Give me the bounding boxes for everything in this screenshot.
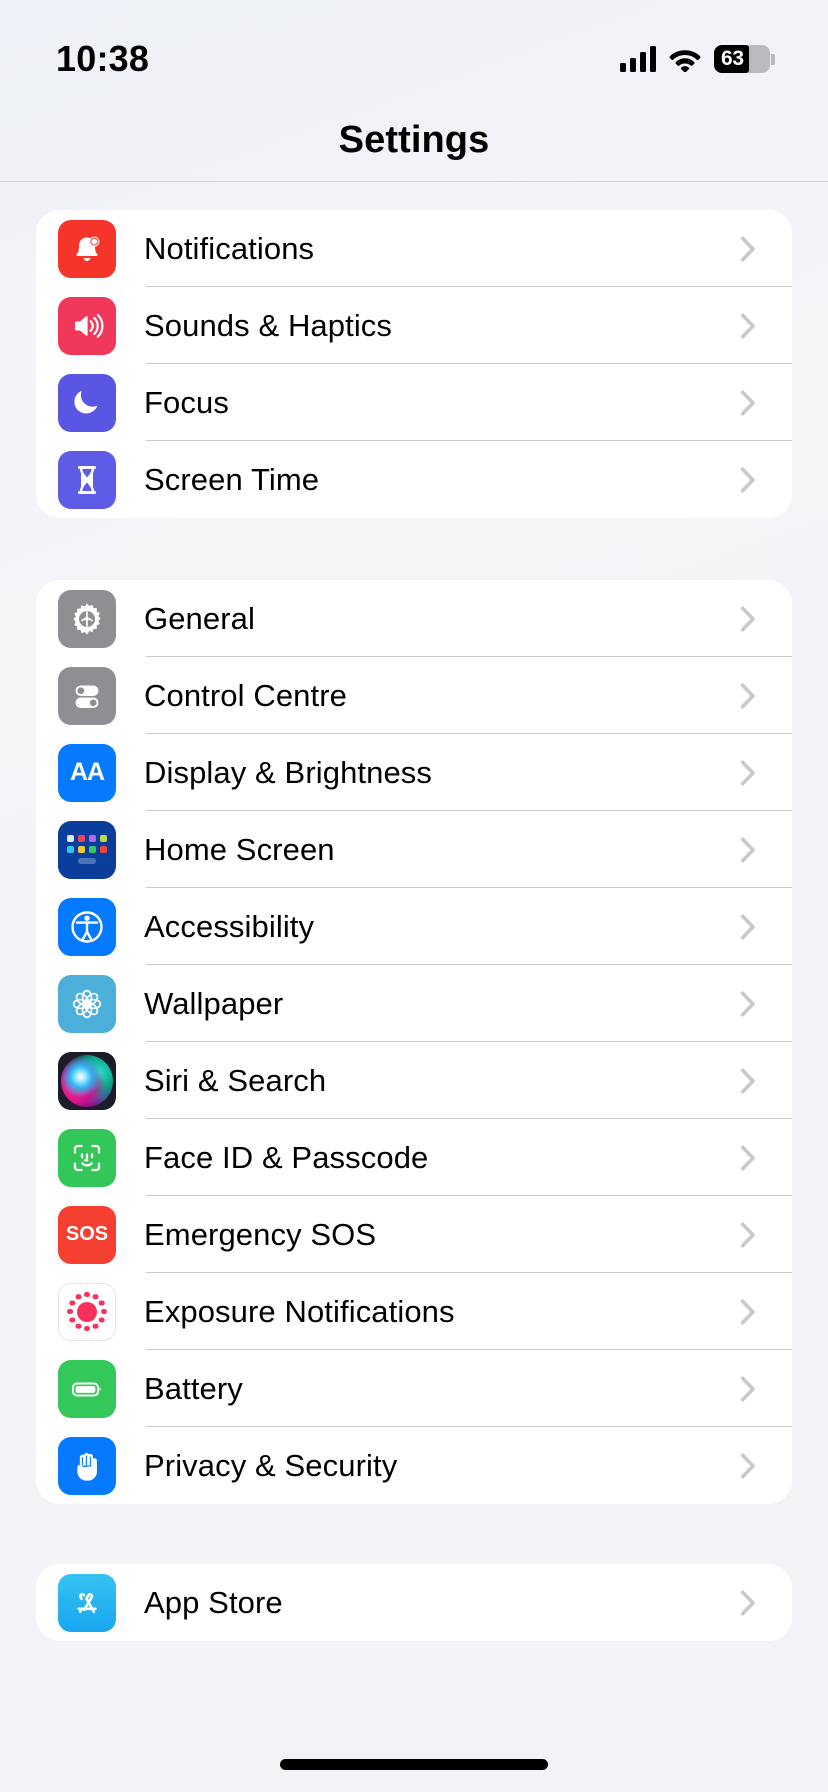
flower-icon <box>58 974 116 1033</box>
settings-group-services: App Store <box>36 1564 792 1641</box>
settings-row-home-screen[interactable]: Home Screen <box>36 811 792 888</box>
chevron-right-icon <box>740 1145 755 1170</box>
settings-row-label: Face ID & Passcode <box>144 1139 429 1175</box>
settings-row-general[interactable]: General <box>36 580 792 657</box>
settings-row-label: Sounds & Haptics <box>144 307 393 343</box>
settings-group-system: General Control Centre AA Display & Brig… <box>36 580 792 1504</box>
sos-icon: SOS <box>58 1205 116 1264</box>
settings-row-label: Emergency SOS <box>144 1216 377 1252</box>
hand-raised-icon <box>58 1436 116 1495</box>
battery-indicator: 63 <box>714 45 775 73</box>
chevron-right-icon <box>740 914 755 939</box>
siri-orb-glow <box>61 1054 113 1107</box>
siri-orb-icon <box>58 1051 116 1110</box>
chevron-right-icon <box>740 1590 755 1615</box>
chevron-right-icon <box>740 467 755 492</box>
settings-screen: 10:38 63 Settings Notifications Sounds &… <box>0 0 828 1792</box>
settings-row-label: Exposure Notifications <box>144 1293 455 1329</box>
settings-row-battery[interactable]: Battery <box>36 1350 792 1427</box>
toggles-icon <box>58 666 116 725</box>
settings-row-wallpaper[interactable]: Wallpaper <box>36 965 792 1042</box>
settings-row-label: General <box>144 600 255 636</box>
settings-row-label: Display & Brightness <box>144 754 433 790</box>
settings-row-sounds-haptics[interactable]: Sounds & Haptics <box>36 287 792 364</box>
status-bar-time: 10:38 <box>56 38 150 79</box>
settings-row-app-store[interactable]: App Store <box>36 1564 792 1641</box>
moon-icon <box>58 373 116 432</box>
settings-row-label: Privacy & Security <box>144 1447 398 1483</box>
settings-group-alerts: Notifications Sounds & Haptics Focus Scr… <box>36 210 792 518</box>
settings-list: Notifications Sounds & Haptics Focus Scr… <box>0 210 828 1641</box>
settings-row-focus[interactable]: Focus <box>36 364 792 441</box>
battery-icon <box>58 1359 116 1418</box>
chevron-right-icon <box>740 1222 755 1247</box>
face-id-icon <box>58 1128 116 1187</box>
aa-text-size-icon: AA <box>58 743 116 802</box>
chevron-right-icon <box>740 236 755 261</box>
gear-icon <box>58 589 116 648</box>
app-grid-dots <box>66 835 108 864</box>
settings-row-emergency-sos[interactable]: SOS Emergency SOS <box>36 1196 792 1273</box>
group-gap <box>0 1504 828 1564</box>
settings-row-notifications[interactable]: Notifications <box>36 210 792 287</box>
hourglass-icon <box>58 450 116 509</box>
status-bar-indicators: 63 <box>620 45 775 73</box>
exposure-center-dot <box>77 1301 97 1322</box>
status-bar: 10:38 63 <box>0 0 828 100</box>
accessibility-icon <box>58 897 116 956</box>
navigation-bar: Settings <box>0 100 828 182</box>
cellular-bars-icon <box>620 46 656 72</box>
app-store-icon <box>58 1573 116 1632</box>
speaker-wave-icon <box>58 296 116 355</box>
exposure-dots-icon <box>58 1282 116 1341</box>
settings-row-label: Control Centre <box>144 677 347 713</box>
app-grid-icon <box>58 820 116 879</box>
settings-row-label: Home Screen <box>144 831 335 867</box>
chevron-right-icon <box>740 760 755 785</box>
settings-row-label: Siri & Search <box>144 1062 327 1098</box>
group-gap <box>0 518 828 580</box>
battery-nub <box>771 54 775 65</box>
battery-percent-label: 63 <box>721 47 744 70</box>
settings-row-privacy-security[interactable]: Privacy & Security <box>36 1427 792 1504</box>
settings-row-label: Focus <box>144 384 229 420</box>
settings-row-exposure-notifications[interactable]: Exposure Notifications <box>36 1273 792 1350</box>
settings-row-accessibility[interactable]: Accessibility <box>36 888 792 965</box>
chevron-right-icon <box>740 1299 755 1324</box>
wifi-icon <box>669 50 701 72</box>
settings-row-label: Accessibility <box>144 908 315 944</box>
aa-glyph: AA <box>69 758 105 786</box>
chevron-right-icon <box>740 313 755 338</box>
chevron-right-icon <box>740 390 755 415</box>
chevron-right-icon <box>740 683 755 708</box>
settings-row-face-id-passcode[interactable]: Face ID & Passcode <box>36 1119 792 1196</box>
settings-row-screen-time[interactable]: Screen Time <box>36 441 792 518</box>
settings-row-siri-search[interactable]: Siri & Search <box>36 1042 792 1119</box>
chevron-right-icon <box>740 837 755 862</box>
bell-icon <box>58 219 116 278</box>
home-indicator[interactable] <box>280 1759 548 1770</box>
sos-glyph: SOS <box>65 1223 109 1245</box>
settings-row-label: App Store <box>144 1584 283 1620</box>
chevron-right-icon <box>740 991 755 1016</box>
chevron-right-icon <box>740 606 755 631</box>
chevron-right-icon <box>740 1453 755 1478</box>
settings-row-display-brightness[interactable]: AA Display & Brightness <box>36 734 792 811</box>
settings-row-label: Wallpaper <box>144 985 284 1021</box>
settings-row-control-centre[interactable]: Control Centre <box>36 657 792 734</box>
exposure-dot-ring <box>63 1288 111 1336</box>
settings-row-label: Battery <box>144 1370 243 1406</box>
page-title: Settings <box>338 119 490 161</box>
settings-row-label: Notifications <box>144 230 315 266</box>
chevron-right-icon <box>740 1068 755 1093</box>
chevron-right-icon <box>740 1376 755 1401</box>
settings-row-label: Screen Time <box>144 461 320 497</box>
